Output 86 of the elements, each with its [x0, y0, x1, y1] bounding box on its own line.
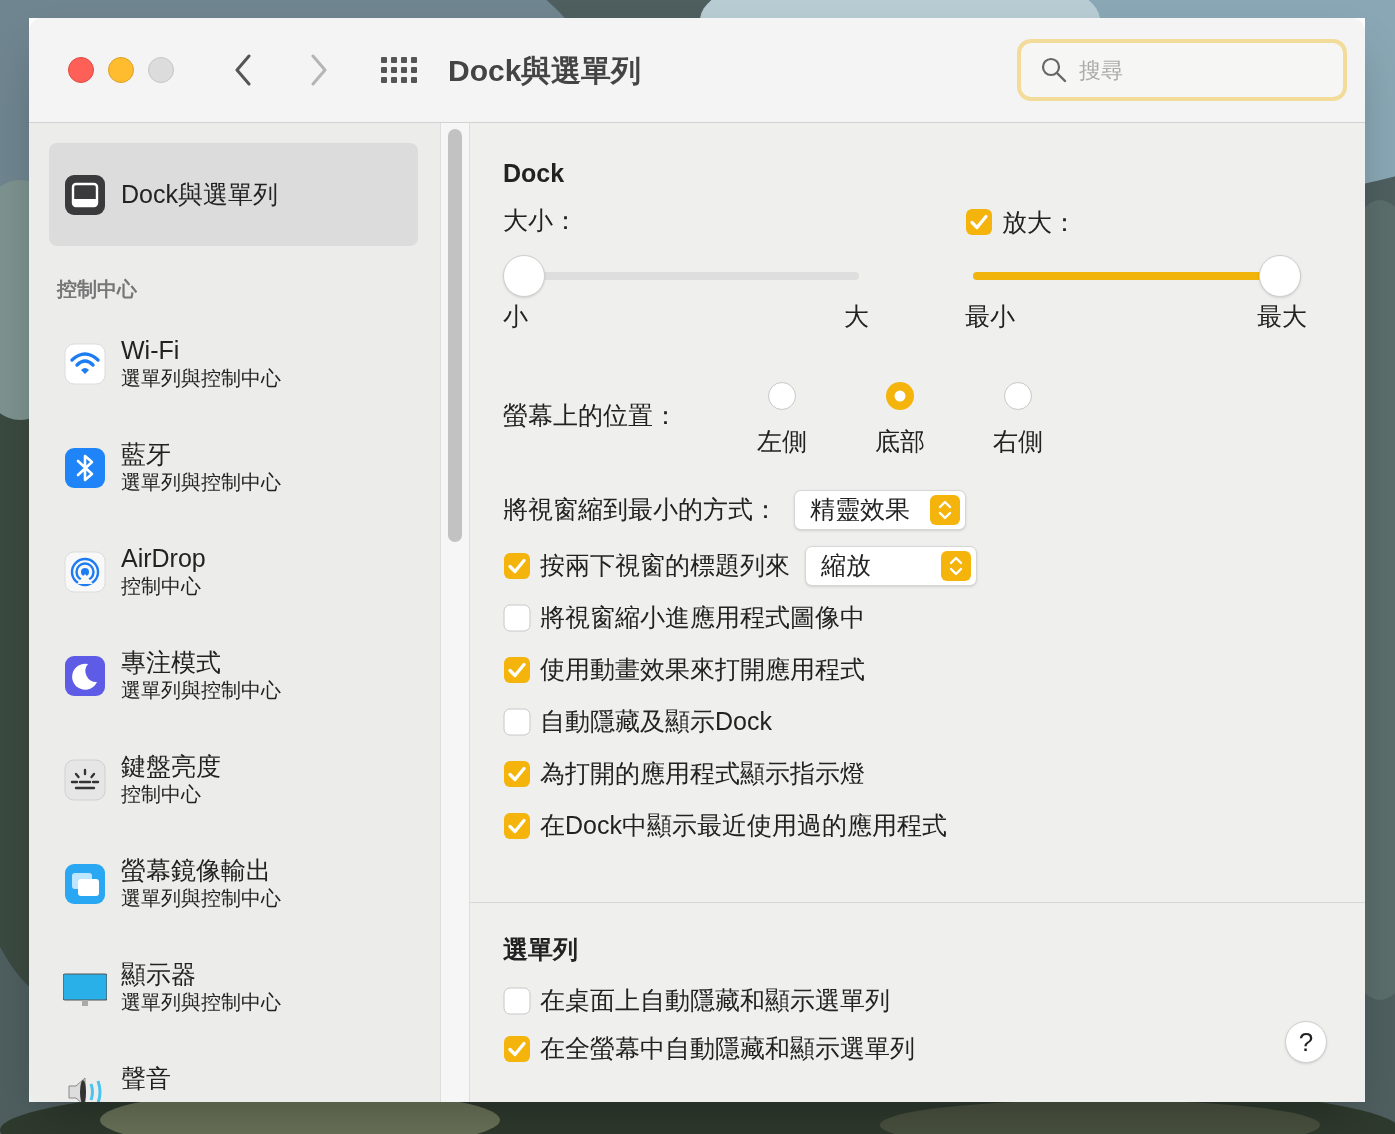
- item-subtitle: 選單列與控制中心: [121, 678, 281, 704]
- slider[interactable]: [503, 255, 859, 297]
- max-label: 大: [844, 301, 869, 332]
- search-icon: [1041, 57, 1067, 83]
- checkbox[interactable]: [503, 552, 531, 580]
- popup-menu[interactable]: 縮放: [805, 546, 977, 586]
- checkbox-label: 將視窗縮小進應用程式圖像中: [540, 602, 865, 634]
- close-button[interactable]: [68, 57, 94, 83]
- item-title: Wi-Fi: [121, 335, 181, 366]
- checkbox[interactable]: [503, 708, 531, 736]
- checkbox-label: 使用動畫效果來打開應用程式: [540, 654, 865, 686]
- grid-icon[interactable]: [381, 57, 417, 83]
- checkbox-label: 按兩下視窗的標題列來: [540, 550, 790, 582]
- minimize-button[interactable]: [108, 57, 134, 83]
- item-subtitle: 選單列與控制中心: [121, 366, 281, 392]
- popup-menu[interactable]: 精靈效果: [794, 490, 966, 530]
- checkbox[interactable]: [503, 986, 531, 1015]
- sidebar-item[interactable]: 螢幕鏡像輸出 選單列與控制中心: [49, 832, 418, 936]
- item-subtitle: 選單列與控制中心: [121, 990, 281, 1016]
- checkbox[interactable]: [503, 760, 531, 788]
- sidebar-item[interactable]: 聲音: [49, 1040, 418, 1102]
- wifi-icon: [63, 342, 107, 386]
- item-title: 顯示器: [121, 959, 197, 990]
- screens-icon: [63, 862, 107, 906]
- brightness-icon: [63, 758, 107, 802]
- item-title: 鍵盤亮度: [121, 751, 221, 782]
- checkbox[interactable]: [503, 812, 531, 840]
- item-subtitle: 選單列與控制中心: [121, 886, 281, 912]
- sidebar-item[interactable]: 顯示器 選單列與控制中心: [49, 936, 418, 1040]
- sidebar-item[interactable]: Wi-Fi 選單列與控制中心: [49, 312, 418, 416]
- checkbox-label: 自動隱藏及顯示Dock: [540, 706, 772, 738]
- stepper-icon: [930, 495, 960, 525]
- radio-label: 底部: [875, 425, 925, 457]
- zoom-button[interactable]: [148, 57, 174, 83]
- item-title: AirDrop: [121, 543, 206, 574]
- radio-button[interactable]: [767, 380, 797, 411]
- window-title: Dock與選單列: [448, 52, 642, 89]
- back-icon[interactable]: [234, 54, 252, 86]
- checkbox[interactable]: [965, 208, 993, 236]
- slider-thumb[interactable]: [1259, 255, 1301, 297]
- sidebar-item[interactable]: 專注模式 選單列與控制中心: [49, 624, 418, 728]
- sidebar-item[interactable]: 鍵盤亮度 控制中心: [49, 728, 418, 832]
- checkbox[interactable]: [503, 604, 531, 632]
- search-input[interactable]: 搜尋: [1079, 53, 1309, 87]
- bluetooth-icon: [63, 446, 107, 490]
- checkbox-label: 在桌面上自動隱藏和顯示選單列: [540, 984, 890, 1016]
- item-title: 藍牙: [121, 439, 172, 470]
- help-button[interactable]: ?: [1285, 1021, 1327, 1063]
- search-field[interactable]: 搜尋: [1017, 39, 1347, 101]
- item-subtitle: 選單列與控制中心: [121, 470, 281, 496]
- radio-button[interactable]: [1003, 380, 1033, 411]
- radio-label: 右側: [993, 425, 1043, 457]
- min-label: 小: [503, 301, 528, 332]
- forward-icon[interactable]: [310, 54, 328, 86]
- checkbox-label: 為打開的應用程式顯示指示燈: [540, 758, 865, 790]
- radio-button[interactable]: [885, 380, 915, 411]
- max-label: 最大: [1257, 301, 1307, 332]
- radio-label: 左側: [757, 425, 807, 457]
- dock-icon: [63, 172, 107, 217]
- item-title: Dock與選單列: [121, 178, 278, 210]
- checkbox-label: 放大：: [1002, 209, 1077, 235]
- checkbox[interactable]: [503, 656, 531, 684]
- min-label: 最小: [965, 301, 1015, 332]
- item-title: 專注模式: [121, 647, 222, 678]
- slider-thumb[interactable]: [503, 255, 545, 297]
- section-heading: 控制中心: [55, 277, 138, 302]
- scrollbar-thumb[interactable]: [448, 129, 462, 542]
- checkbox-label: 在全螢幕中自動隱藏和顯示選單列: [540, 1032, 915, 1064]
- checkbox[interactable]: [503, 1034, 531, 1063]
- section-heading: 選單列: [503, 934, 579, 965]
- item-title: 聲音: [121, 1063, 171, 1094]
- sidebar-item[interactable]: 藍牙 選單列與控制中心: [49, 416, 418, 520]
- slider[interactable]: [973, 255, 1301, 297]
- moon-icon: [63, 654, 107, 698]
- field-label: 將視窗縮到最小的方式：: [503, 494, 778, 526]
- sidebar-item[interactable]: Dock與選單列: [49, 143, 418, 246]
- sidebar-item[interactable]: AirDrop 控制中心: [49, 520, 418, 624]
- checkbox-label: 在Dock中顯示最近使用過的應用程式: [540, 810, 947, 842]
- section-heading: Dock: [503, 161, 566, 186]
- slider-label: 大小：: [503, 208, 579, 236]
- item-title: 螢幕鏡像輸出: [121, 855, 272, 886]
- airdrop-icon: [63, 550, 107, 594]
- item-subtitle: 控制中心: [121, 782, 202, 808]
- field-label: 螢幕上的位置：: [503, 399, 679, 431]
- item-subtitle: 控制中心: [121, 574, 202, 600]
- stepper-icon: [941, 551, 971, 581]
